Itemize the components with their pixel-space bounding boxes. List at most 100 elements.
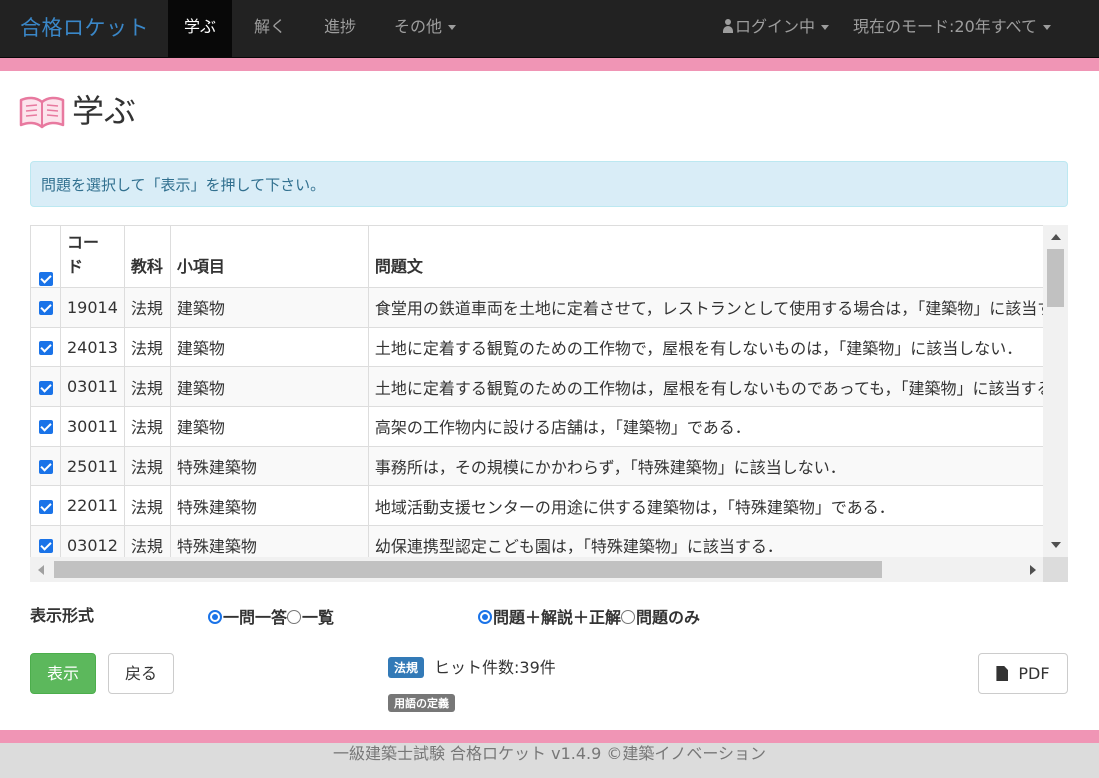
scrollbar-corner [1043,557,1068,582]
radio-question-only[interactable] [621,610,636,624]
column-header-item: 小項目 [169,225,369,288]
chevron-down-icon [1043,25,1051,30]
content-radio-group: 問題＋解説＋正解 問題のみ [478,604,700,628]
row-select-cell [30,485,61,527]
row-item: 特殊建築物 [169,485,369,527]
row-question: 食堂用の鉄道車両を土地に定着させて，レストランとして使用する場合は，「建築物」に… [367,287,1068,328]
row-checkbox[interactable] [38,499,53,514]
row-subject: 法規 [123,287,171,328]
footer: 一級建築士試験 合格ロケット v1.4.9 ©建築イノベーション [0,743,1099,778]
row-question: 土地に定着する観覧のための工作物で，屋根を有しないものは，「建築物」に該当しない… [367,326,1068,368]
code-header-line2: ド [67,257,84,276]
row-item: 建築物 [169,366,369,408]
mode-label: 現在のモード:20年すべて [853,17,1037,36]
radio-one-question-label[interactable]: 一問一答 [223,608,287,627]
select-all-checkbox[interactable] [38,271,53,286]
vertical-scrollbar[interactable] [1043,225,1068,557]
navbar: 合格ロケット 学ぶ 解く 進捗 その他 ログイン中 現在のモード:20年すべて [0,0,1099,58]
hit-count: ヒット件数:39件 [434,658,556,677]
row-subject: 法規 [123,445,171,487]
nav-item-learn[interactable]: 学ぶ [168,0,233,57]
table-row: 30011 法規 建築物 高架の工作物内に設ける店舗は，「建築物」である． [30,406,1068,447]
login-dropdown[interactable]: ログイン中 [706,0,845,57]
column-header-question: 問題文 [367,225,1068,288]
info-alert: 問題を選択して「表示」を押して下さい。 [30,161,1068,207]
nav-item-progress[interactable]: 進捗 [308,0,372,57]
display-format-label: 表示形式 [30,606,95,625]
row-select-cell [30,406,61,447]
open-book-icon [19,96,65,129]
row-subject: 法規 [123,366,171,408]
row-item: 特殊建築物 [169,445,369,487]
row-question: 事務所は，その規模にかかわらず，「特殊建築物」に該当しない． [367,445,1068,487]
category-badge: 用語の定義 [388,694,455,712]
row-checkbox[interactable] [38,380,53,395]
back-button[interactable]: 戻る [108,653,174,694]
header-accent-bar [0,58,1099,71]
chevron-down-icon [448,25,457,30]
mode-dropdown[interactable]: 現在のモード:20年すべて [837,0,1067,57]
scroll-down-icon[interactable] [1051,542,1061,548]
column-header-subject: 教科 [123,225,171,288]
row-select-cell [30,366,61,408]
row-question: 高架の工作物内に設ける店舗は，「建築物」である． [367,406,1068,447]
radio-full[interactable] [478,610,492,624]
radio-full-label[interactable]: 問題＋解説＋正解 [493,608,621,627]
row-checkbox[interactable] [38,301,53,316]
row-item: 建築物 [169,326,369,368]
row-code: 03011 [60,366,125,408]
nav-item-other[interactable]: その他 [378,0,472,57]
row-code: 30011 [60,406,125,447]
radio-list-label[interactable]: 一覧 [302,608,334,627]
select-all-header [30,225,61,288]
row-select-cell [30,287,61,328]
pdf-button[interactable]: PDF [978,653,1068,694]
radio-list[interactable] [287,610,302,624]
question-table-container[interactable]: コード 教科 小項目 問題文 19014 法規 建築物 食堂用の鉄道車両を土地に… [30,225,1068,582]
row-select-cell [30,445,61,487]
code-header-line1: コー [67,233,100,252]
row-item: 建築物 [169,406,369,447]
show-button[interactable]: 表示 [30,653,96,694]
column-header-code: コード [60,225,125,288]
brand-link[interactable]: 合格ロケット [20,12,149,42]
row-code: 19014 [60,287,125,328]
row-subject: 法規 [123,406,171,447]
scroll-up-icon[interactable] [1051,234,1061,240]
scroll-right-icon[interactable] [1030,565,1036,575]
row-code: 22011 [60,485,125,527]
table-row: 22011 法規 特殊建築物 地域活動支援センターの用途に供する建築物は，「特殊… [30,485,1068,527]
file-icon [996,666,1009,681]
vertical-scroll-thumb[interactable] [1047,249,1064,307]
table-row: 03011 法規 建築物 土地に定着する観覧のための工作物は，屋根を有しないもの… [30,366,1068,408]
row-subject: 法規 [123,326,171,368]
row-checkbox[interactable] [38,460,53,475]
table-header-row: コード 教科 小項目 問題文 [30,225,1068,288]
chevron-down-icon [821,25,830,30]
page-title-text: 学ぶ [72,92,137,130]
user-icon [722,19,734,33]
table-row: 19014 法規 建築物 食堂用の鉄道車両を土地に定着させて，レストランとして使… [30,287,1068,328]
row-checkbox[interactable] [38,341,53,356]
scroll-left-icon[interactable] [38,565,44,575]
row-subject: 法規 [123,485,171,527]
radio-one-question[interactable] [208,610,222,624]
footer-accent-bar [0,730,1099,743]
row-checkbox[interactable] [38,539,53,554]
table-row: 25011 法規 特殊建築物 事務所は，その規模にかかわらず，「特殊建築物」に該… [30,445,1068,487]
subject-badge: 法規 [388,657,425,678]
row-code: 24013 [60,326,125,368]
horizontal-scrollbar[interactable] [30,557,1068,582]
pdf-button-label: PDF [1018,664,1050,683]
question-table: コード 教科 小項目 問題文 19014 法規 建築物 食堂用の鉄道車両を土地に… [30,225,1068,566]
row-select-cell [30,326,61,368]
horizontal-scroll-thumb[interactable] [54,561,882,578]
login-label: ログイン中 [735,17,816,36]
radio-question-only-label[interactable]: 問題のみ [636,608,700,627]
row-checkbox[interactable] [38,420,53,435]
row-question: 土地に定着する観覧のための工作物は，屋根を有しないものであっても，「建築物」に該… [367,366,1068,408]
table-row: 24013 法規 建築物 土地に定着する観覧のための工作物で，屋根を有しないもの… [30,326,1068,368]
nav-item-solve[interactable]: 解く [238,0,302,57]
layout-radio-group: 一問一答 一覧 [208,604,334,628]
row-question: 地域活動支援センターの用途に供する建築物は，「特殊建築物」である． [367,485,1068,527]
